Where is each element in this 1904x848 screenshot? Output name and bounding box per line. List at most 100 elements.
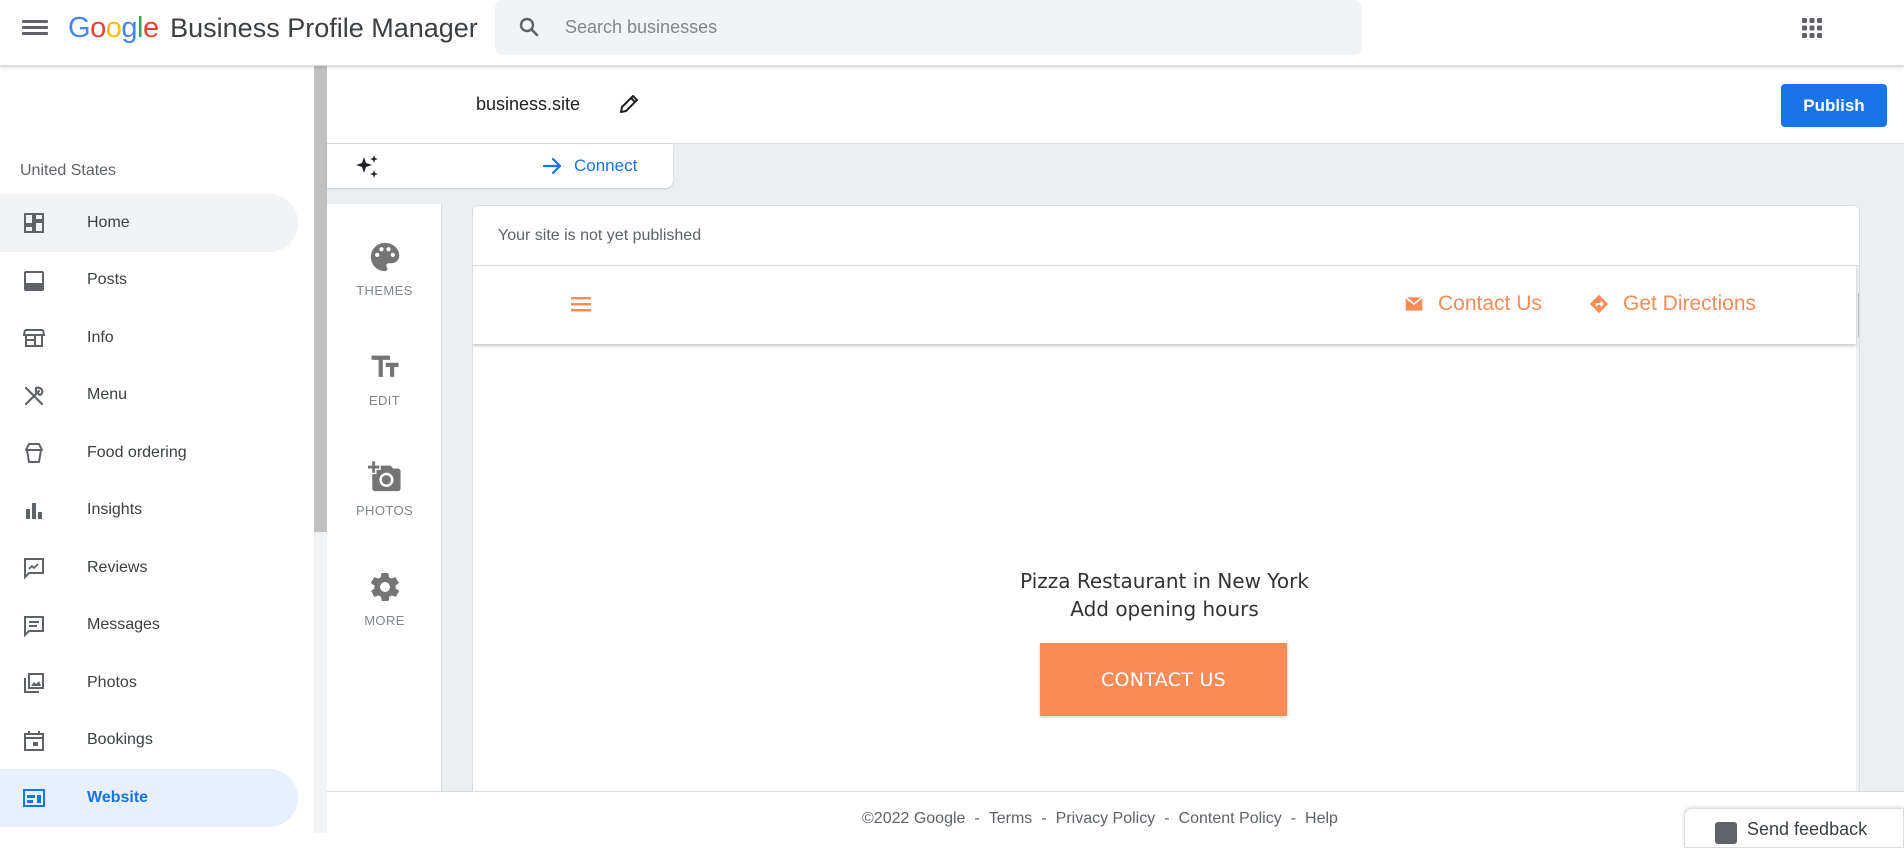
sidebar-item-label: Home bbox=[87, 213, 130, 231]
publish-status-text: Your site is not yet published bbox=[473, 206, 1859, 266]
posts-icon bbox=[24, 270, 44, 291]
main-menu-icon[interactable] bbox=[22, 17, 48, 39]
footer-separator: - bbox=[1041, 810, 1047, 827]
sidebar-item-label: Insights bbox=[87, 501, 143, 519]
preview-directions-label: Get Directions bbox=[1623, 292, 1757, 315]
content-policy-link[interactable]: Content Policy bbox=[1179, 810, 1282, 828]
preview-site-nav: Contact Us Get Directions bbox=[473, 266, 1856, 344]
opening-hours-prompt[interactable]: Add opening hours bbox=[473, 597, 1856, 621]
google-business-logo[interactable]: Google Business Profile Manager bbox=[68, 12, 478, 45]
sidebar-item-messages[interactable]: Messages bbox=[0, 597, 298, 655]
storefront-icon bbox=[22, 329, 46, 347]
logo-letter: o bbox=[105, 12, 122, 44]
tool-themes[interactable]: THEMES bbox=[327, 240, 442, 330]
site-preview-panel: Your site is not yet published Contact U… bbox=[472, 205, 1860, 833]
calendar-icon bbox=[24, 730, 44, 751]
contact-us-button[interactable]: CONTACT US bbox=[1040, 643, 1287, 716]
apps-grid-icon[interactable] bbox=[1800, 16, 1824, 40]
search-bar[interactable] bbox=[495, 0, 1362, 55]
connect-label: Connect bbox=[574, 156, 638, 175]
sidebar-scrollbar-thumb[interactable] bbox=[314, 66, 327, 532]
site-preview-frame: Contact Us Get Directions Pizza Restaura… bbox=[473, 266, 1859, 832]
terms-link[interactable]: Terms bbox=[989, 810, 1033, 828]
footer-separator: - bbox=[974, 810, 980, 827]
preview-contact-label: Contact Us bbox=[1438, 292, 1542, 315]
publish-button[interactable]: Publish bbox=[1781, 84, 1887, 127]
sidebar-item-food-ordering[interactable]: Food ordering bbox=[0, 424, 298, 482]
footer-links: ©2022 Google - Terms - Privacy Policy - … bbox=[862, 810, 1338, 828]
restaurant-icon bbox=[24, 386, 44, 405]
footer-separator: - bbox=[1290, 810, 1297, 827]
message-icon bbox=[24, 615, 44, 637]
sidebar-item-info[interactable]: Info bbox=[0, 309, 298, 367]
mail-icon bbox=[1405, 296, 1423, 311]
preview-scrollbar-thumb[interactable] bbox=[1858, 293, 1859, 337]
help-link[interactable]: Help bbox=[1305, 810, 1338, 828]
send-feedback-label: Send feedback bbox=[1747, 819, 1868, 839]
sidebar-item-label: Menu bbox=[87, 386, 128, 404]
tool-label: THEMES bbox=[356, 283, 413, 298]
tool-more[interactable]: MORE bbox=[327, 570, 442, 660]
privacy-policy-link[interactable]: Privacy Policy bbox=[1056, 810, 1156, 828]
website-icon bbox=[23, 789, 45, 807]
tool-label: MORE bbox=[364, 613, 405, 628]
sidebar-item-reviews[interactable]: Reviews bbox=[0, 539, 298, 597]
preview-scrollbar-track[interactable] bbox=[1856, 266, 1859, 832]
text-fields-icon bbox=[371, 355, 398, 377]
sidebar-item-label: Photos bbox=[87, 673, 137, 691]
logo-letter: e bbox=[142, 12, 159, 44]
bar-chart-icon bbox=[26, 502, 42, 519]
sidebar-item-photos[interactable]: Photos bbox=[0, 654, 298, 712]
main-content: business.site Publish Connect THEMES EDI… bbox=[327, 66, 1904, 848]
sidebar-item-website[interactable]: Website bbox=[0, 769, 298, 827]
feedback-icon bbox=[1715, 822, 1737, 844]
sidebar-item-label: Posts bbox=[87, 271, 128, 289]
send-feedback-button[interactable]: Send feedback bbox=[1684, 808, 1904, 848]
sidebar-item-posts[interactable]: Posts bbox=[0, 252, 298, 310]
top-app-bar: Google Business Profile Manager bbox=[0, 0, 1904, 66]
menu-icon[interactable] bbox=[569, 292, 593, 316]
settings-icon bbox=[370, 572, 399, 602]
photo-library-icon bbox=[24, 673, 44, 693]
product-name: Business Profile Manager bbox=[170, 13, 478, 43]
tool-photos[interactable]: PHOTOS bbox=[327, 460, 442, 550]
sidebar-item-label: Website bbox=[87, 788, 149, 806]
sidebar-item-label: Food ordering bbox=[87, 443, 187, 461]
rate-review-icon bbox=[24, 558, 44, 580]
edit-pencil-icon[interactable] bbox=[617, 92, 641, 116]
site-domain[interactable]: business.site bbox=[476, 94, 580, 115]
footer-separator: - bbox=[1164, 810, 1170, 827]
palette-icon bbox=[370, 242, 399, 272]
dashboard-icon bbox=[24, 213, 44, 233]
takeout-icon bbox=[25, 443, 43, 463]
preview-contact-link[interactable]: Contact Us bbox=[1404, 292, 1542, 316]
tool-label: EDIT bbox=[368, 393, 401, 408]
sidebar-item-label: Reviews bbox=[87, 558, 148, 576]
sidebar-item-label: Messages bbox=[87, 616, 160, 634]
sidebar-item-bookings[interactable]: Bookings bbox=[0, 712, 298, 770]
logo-letter: o bbox=[90, 12, 106, 44]
sidebar-item-home[interactable]: Home bbox=[0, 194, 298, 252]
logo-letter: g bbox=[121, 12, 137, 44]
tool-edit[interactable]: EDIT bbox=[327, 350, 442, 440]
search-input[interactable] bbox=[565, 12, 1325, 42]
editor-tools-column: THEMES EDIT PHOTOS MORE bbox=[327, 204, 442, 833]
sidebar-item-menu[interactable]: Menu bbox=[0, 367, 298, 425]
sidebar-nav: Home Posts Info Menu Food ordering Insig… bbox=[0, 194, 298, 827]
sparkle-icon bbox=[356, 155, 378, 178]
site-header-bar: business.site Publish bbox=[327, 66, 1904, 144]
search-icon[interactable] bbox=[517, 15, 541, 39]
sidebar-item-label: Bookings bbox=[87, 731, 153, 749]
directions-icon bbox=[1589, 294, 1609, 314]
tool-label: PHOTOS bbox=[355, 503, 414, 518]
preview-directions-link[interactable]: Get Directions bbox=[1589, 292, 1756, 316]
business-description: Pizza Restaurant in New York bbox=[1020, 569, 1309, 593]
copyright-text: ©2022 Google bbox=[862, 810, 966, 827]
sidebar: United States Home Posts Info Menu Food … bbox=[0, 66, 327, 833]
connect-link[interactable]: Connect bbox=[540, 154, 637, 178]
sidebar-item-label: Info bbox=[87, 328, 114, 346]
sidebar-item-insights[interactable]: Insights bbox=[0, 482, 298, 540]
add-a-photo-icon bbox=[367, 461, 401, 492]
logo-letter: G bbox=[68, 12, 91, 44]
connect-card: Connect bbox=[327, 144, 673, 188]
